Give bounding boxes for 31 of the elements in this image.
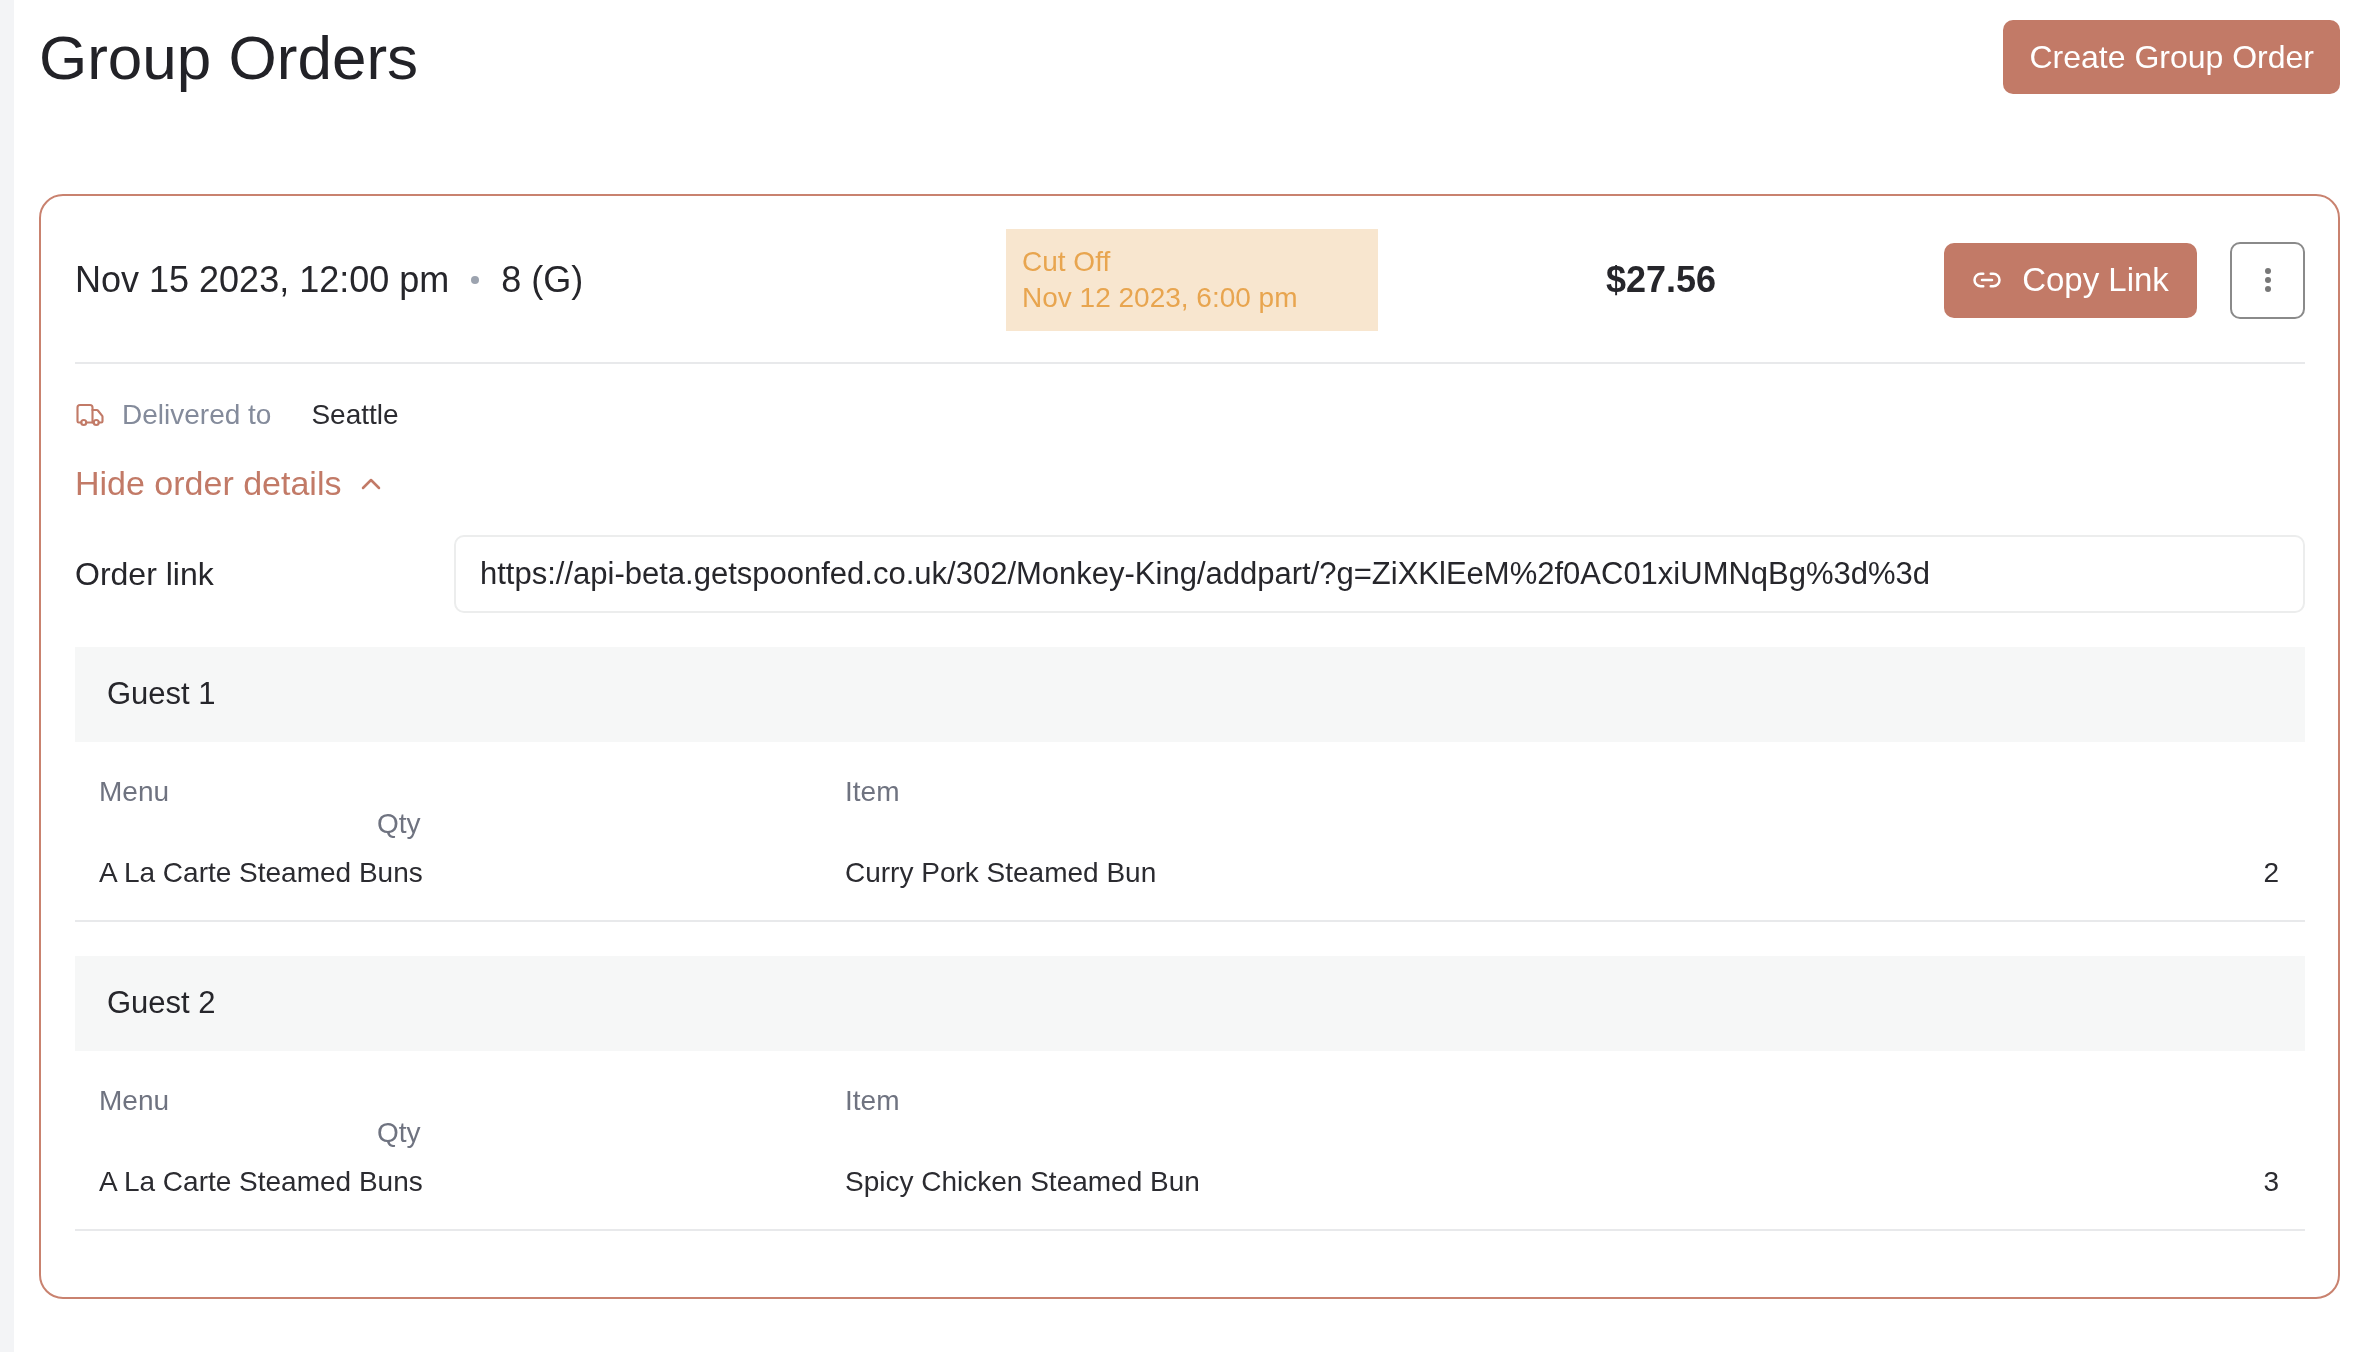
page-title: Group Orders (39, 21, 419, 94)
order-link-label: Order link (75, 555, 215, 594)
column-header: Menu (99, 776, 171, 808)
more-options-button[interactable] (2230, 241, 2305, 319)
delivery-date: Nov 15 2023, 12:00 pm (75, 258, 450, 302)
more-icon (2264, 268, 2271, 292)
order-link-field[interactable]: https://api-beta.getspoonfed.co.uk/302/Monkey-King/addpart/?g=ZiXKlEeM%2f0AC01xiUMNqBg%3d%3d (454, 535, 2305, 613)
column-header: Qty (377, 808, 421, 840)
order-total: $27.56 (1605, 258, 1717, 302)
table-cell-text: 3 (2263, 1164, 2280, 1199)
bullet-icon (471, 276, 480, 284)
table-cell-text: Curry Pork Steamed Bun (845, 855, 1157, 890)
copy-link-button[interactable]: Copy Link (1944, 242, 2197, 318)
guest-name: Guest 2 (107, 984, 216, 1023)
create-group-order-button[interactable]: Create Group Order (2003, 20, 2340, 94)
chevron-up-icon (361, 477, 382, 490)
guest-count: 8 (G) (501, 258, 584, 302)
cutoff-label: Cut Off (1022, 245, 1112, 279)
delivery-city: Seattle (311, 398, 399, 432)
details-toggle[interactable]: Hide order details (75, 458, 382, 509)
column-header: Item (845, 1085, 900, 1117)
column-header: Item (845, 776, 900, 808)
cutoff-date: Nov 12 2023, 6:00 pm (1022, 281, 1299, 315)
column-header: Qty (377, 1117, 421, 1149)
column-header: Menu (99, 1085, 171, 1117)
table-cell-text: 2 (2263, 855, 2280, 890)
table-cell-text: Spicy Chicken Steamed Bun (845, 1164, 1200, 1199)
guest-name: Guest 1 (107, 675, 216, 714)
table-cell-text: A La Carte Steamed Buns (99, 1164, 423, 1199)
table-cell-text: A La Carte Steamed Buns (99, 855, 423, 890)
delivered-label: Delivered to (122, 398, 272, 432)
